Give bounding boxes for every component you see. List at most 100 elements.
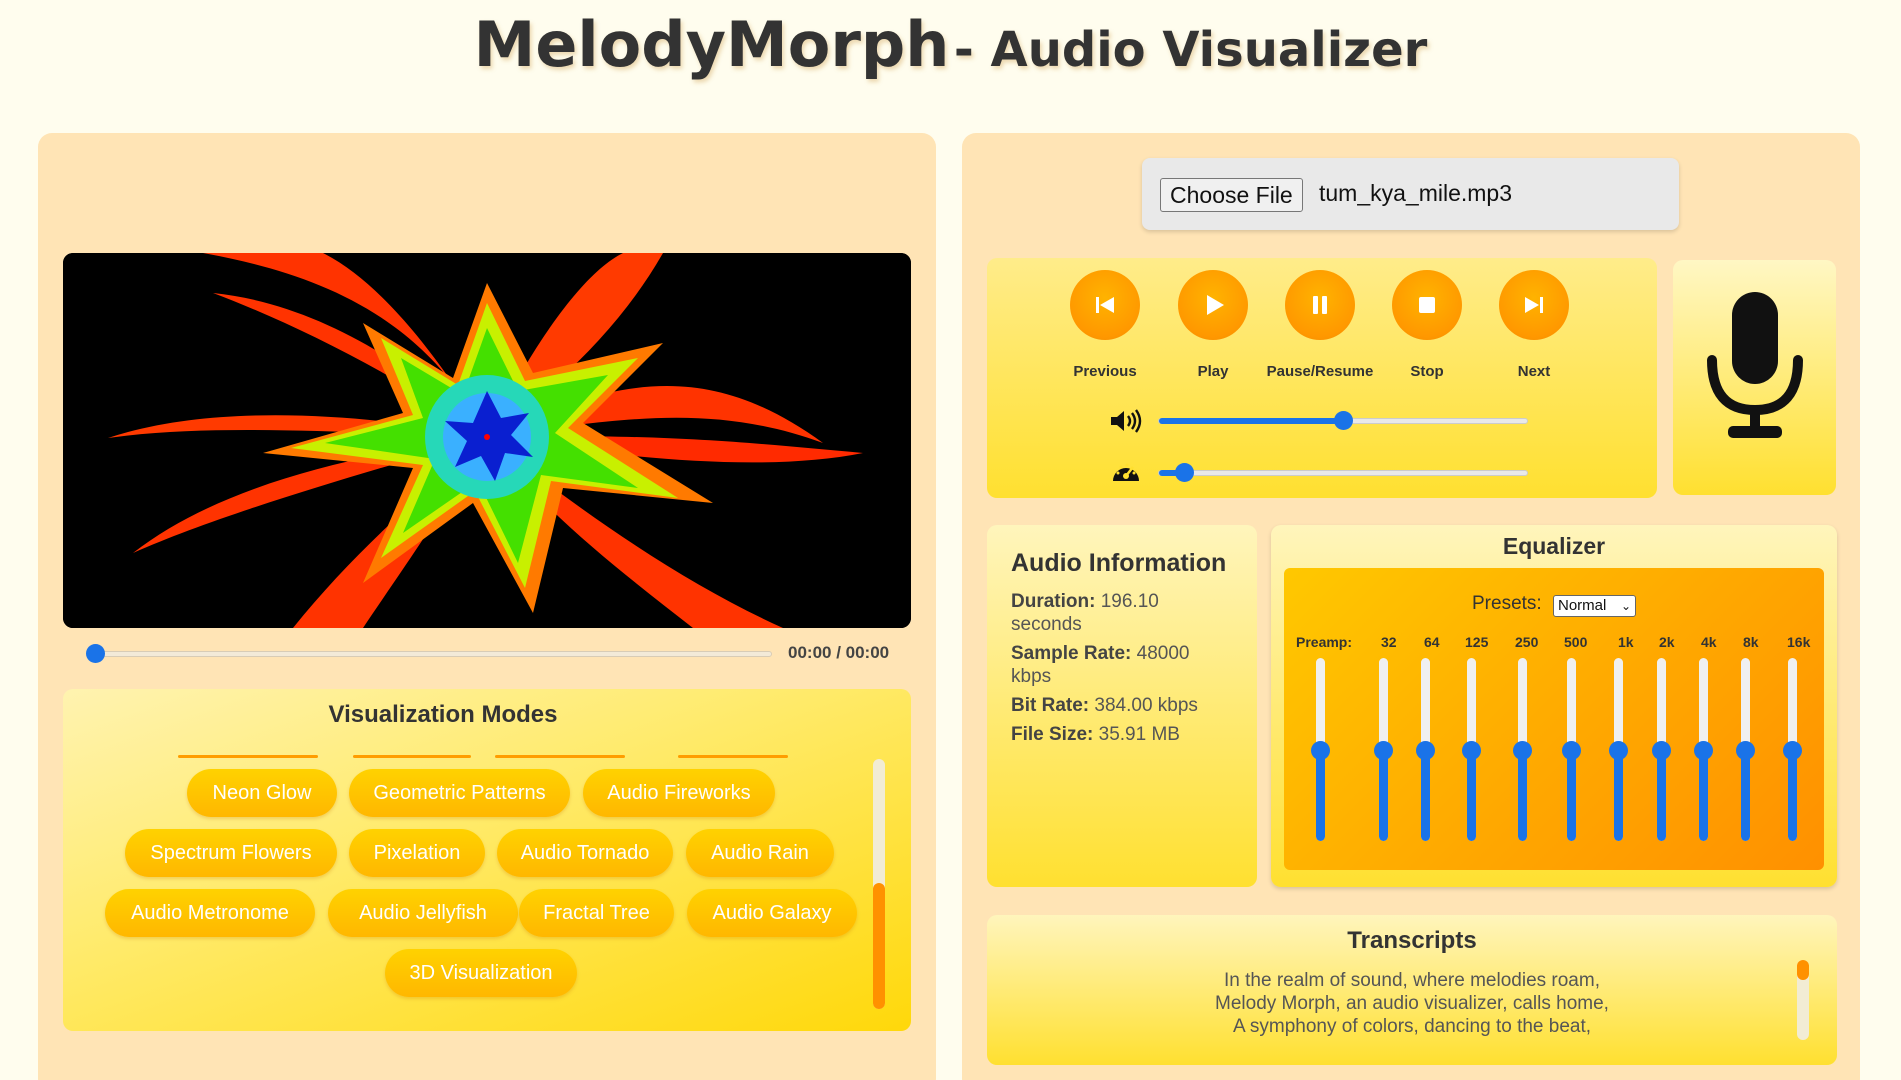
mode-pill-partial: [353, 755, 471, 758]
visualizer-panel: 00:00 / 00:00 Visualization Modes Neon G…: [38, 133, 936, 1080]
info-title: Audio Information: [1011, 549, 1227, 577]
band-label-64: 64: [1424, 634, 1440, 650]
microphone-button[interactable]: [1673, 260, 1836, 495]
previous-button[interactable]: [1070, 270, 1140, 340]
previous-icon: [1096, 297, 1114, 313]
mode-fractal-tree[interactable]: Fractal Tree: [519, 889, 674, 937]
app-title: MelodyMorph: [473, 8, 950, 81]
info-file-size: File Size: 35.91 MB: [1011, 724, 1180, 745]
audio-information: Audio Information Duration: 196.10 secon…: [987, 525, 1257, 887]
transcript-line: A symphony of colors, dancing to the bea…: [1232, 1016, 1592, 1037]
file-name: tum_kya_mile.mp3: [1319, 180, 1513, 206]
file-input[interactable]: Choose File tum_kya_mile.mp3: [1142, 158, 1679, 230]
equalizer: Equalizer Presets: Normal ⌄ Preamp: 32 6…: [1271, 525, 1837, 887]
eq-slider-thumb[interactable]: [1311, 740, 1330, 760]
band-label-preamp: Preamp:: [1296, 634, 1353, 650]
eq-slider-thumb[interactable]: [1609, 740, 1628, 760]
next-label: Next: [1517, 363, 1551, 380]
visualizer-graphic: [63, 253, 911, 628]
info-bit-rate: Bit Rate: 384.00 kbps: [1011, 695, 1198, 716]
mode-audio-rain[interactable]: Audio Rain: [686, 829, 834, 877]
eq-slider-500[interactable]: [1562, 658, 1581, 841]
presets-select[interactable]: Normal ⌄: [1553, 595, 1636, 617]
volume-icon: [1111, 409, 1142, 433]
playback-controls: Previous Play Pause/Resume Stop Next: [987, 258, 1657, 498]
visualization-modes: Visualization Modes Neon Glow Geometric …: [63, 689, 911, 1031]
mode-pill-partial: [178, 755, 318, 758]
band-label-32: 32: [1381, 634, 1397, 650]
band-label-1k: 1k: [1618, 634, 1634, 650]
seek-thumb[interactable]: [86, 644, 105, 663]
eq-slider-thumb[interactable]: [1562, 740, 1581, 760]
chevron-down-icon: ⌄: [1620, 599, 1631, 613]
eq-slider-2k[interactable]: [1652, 658, 1671, 841]
modes-title: Visualization Modes: [328, 701, 558, 728]
eq-slider-250[interactable]: [1513, 658, 1532, 841]
eq-slider-thumb[interactable]: [1513, 740, 1532, 760]
band-label-500: 500: [1564, 634, 1588, 650]
seek-bar[interactable]: [94, 651, 772, 657]
transcripts-scrollbar-thumb[interactable]: [1797, 960, 1809, 980]
info-duration: Duration: 196.10 seconds: [1011, 591, 1159, 635]
eq-slider-thumb[interactable]: [1783, 740, 1802, 760]
band-label-8k: 8k: [1743, 634, 1759, 650]
eq-slider-preamp[interactable]: [1311, 658, 1330, 841]
choose-file-button[interactable]: Choose File: [1160, 178, 1303, 212]
controls-panel: Choose File tum_kya_mile.mp3 Previous Pl…: [962, 133, 1860, 1080]
mode-audio-metronome[interactable]: Audio Metronome: [105, 889, 315, 937]
band-label-250: 250: [1515, 634, 1539, 650]
mode-neon-glow[interactable]: Neon Glow: [187, 769, 337, 817]
eq-slider-thumb[interactable]: [1652, 740, 1671, 760]
stop-label: Stop: [1410, 363, 1444, 380]
app-header: MelodyMorph - Audio Visualizer: [0, 8, 1901, 81]
time-display: 00:00 / 00:00: [788, 643, 890, 662]
mode-spectrum-flowers[interactable]: Spectrum Flowers: [125, 829, 337, 877]
eq-slider-thumb[interactable]: [1462, 740, 1481, 760]
eq-slider-8k[interactable]: [1736, 658, 1755, 841]
band-label-16k: 16k: [1787, 634, 1811, 650]
eq-slider-125[interactable]: [1462, 658, 1481, 841]
mode-audio-fireworks[interactable]: Audio Fireworks: [583, 769, 775, 817]
play-icon: [1207, 295, 1224, 315]
volume-thumb[interactable]: [1334, 411, 1353, 430]
modes-scrollbar[interactable]: [873, 759, 885, 1009]
eq-slider-64[interactable]: [1416, 658, 1435, 841]
presets-label: Presets:: [1472, 593, 1542, 614]
eq-slider-thumb[interactable]: [1374, 740, 1393, 760]
speed-thumb[interactable]: [1174, 463, 1194, 482]
info-sample-rate: Sample Rate: 48000 kbps: [1011, 643, 1190, 687]
modes-scrollbar-thumb[interactable]: [873, 883, 885, 1009]
mode-audio-tornado[interactable]: Audio Tornado: [497, 829, 673, 877]
eq-slider-32[interactable]: [1374, 658, 1393, 841]
microphone-icon: [1707, 292, 1803, 438]
band-label-125: 125: [1465, 634, 1489, 650]
transcripts-scrollbar[interactable]: [1797, 960, 1809, 1040]
transcripts-title: Transcripts: [1347, 927, 1477, 954]
pause-resume-button[interactable]: [1285, 270, 1355, 340]
eq-slider-1k[interactable]: [1609, 658, 1628, 841]
equalizer-title: Equalizer: [1502, 533, 1606, 559]
mode-audio-jellyfish[interactable]: Audio Jellyfish: [328, 889, 518, 937]
stop-icon: [1419, 297, 1435, 313]
previous-label: Previous: [1073, 363, 1137, 380]
next-button[interactable]: [1499, 270, 1569, 340]
band-label-2k: 2k: [1659, 634, 1675, 650]
transcripts: Transcripts In the realm of sound, where…: [987, 915, 1837, 1065]
visualizer-canvas[interactable]: [63, 253, 911, 628]
stop-button[interactable]: [1392, 270, 1462, 340]
mode-audio-galaxy[interactable]: Audio Galaxy: [687, 889, 857, 937]
eq-slider-thumb[interactable]: [1736, 740, 1755, 760]
eq-slider-thumb[interactable]: [1694, 740, 1713, 760]
play-button[interactable]: [1178, 270, 1248, 340]
speedometer-icon: [1113, 463, 1139, 481]
speed-slider[interactable]: [1158, 470, 1528, 476]
pause-icon: [1313, 296, 1327, 314]
eq-slider-4k[interactable]: [1694, 658, 1713, 841]
play-label: Play: [1197, 363, 1229, 380]
mode-3d-visualization[interactable]: 3D Visualization: [385, 949, 577, 997]
eq-slider-16k[interactable]: [1783, 658, 1802, 841]
eq-slider-thumb[interactable]: [1416, 740, 1435, 760]
transcript-line: In the realm of sound, where melodies ro…: [1224, 970, 1600, 991]
mode-geometric-patterns[interactable]: Geometric Patterns: [349, 769, 570, 817]
mode-pixelation[interactable]: Pixelation: [349, 829, 485, 877]
